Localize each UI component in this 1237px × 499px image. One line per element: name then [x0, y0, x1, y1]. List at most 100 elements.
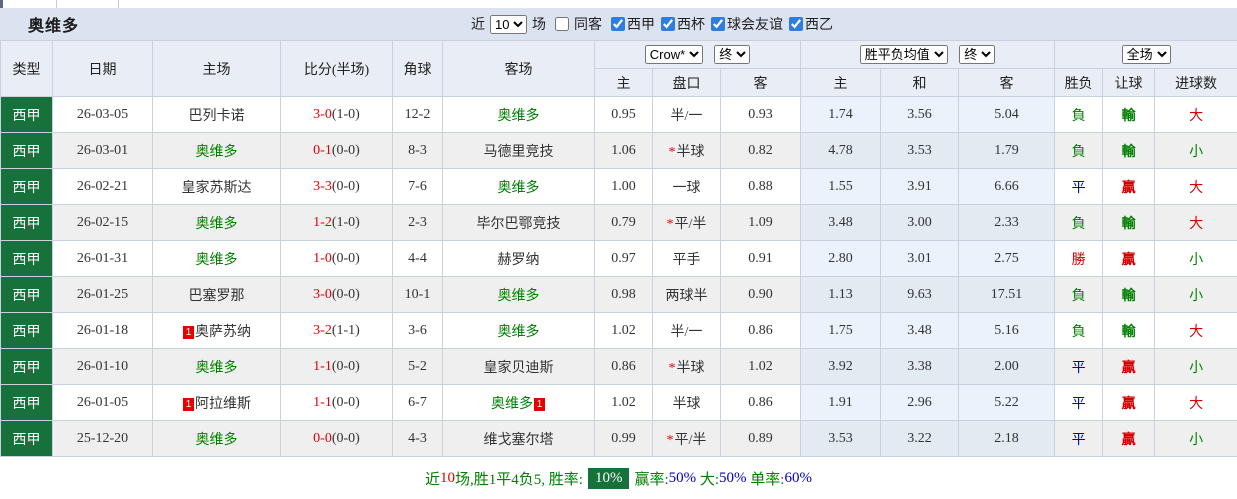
away-team-cell: 维戈塞尔塔 [442, 420, 595, 457]
col-avg-home: 主 [800, 68, 882, 97]
away-team-cell: 奥维多 [442, 312, 595, 349]
date-cell: 26-02-21 [52, 168, 153, 205]
avg-draw-cell: 3.56 [880, 96, 960, 133]
bookmaker-time-select[interactable]: 终 [714, 45, 751, 64]
avg-draw-cell: 3.91 [880, 168, 960, 205]
away-team-cell: 奥维多 [442, 168, 595, 205]
bookmaker-select[interactable]: Crow* [644, 45, 703, 64]
team-name: 马德里竞技 [483, 144, 554, 160]
away-team-cell: 奥维多 1 [442, 384, 595, 421]
top-strip-edge [0, 0, 3, 8]
odds-away-cell: 0.86 [719, 312, 802, 349]
team-name: 奥维多 [497, 180, 540, 196]
fulltime-score: 3-0 [313, 106, 332, 122]
filter-controls: 近 10 场 同客 西甲 西杯 球会友谊 西乙 [468, 8, 833, 40]
corner-cell: 4-4 [392, 240, 443, 277]
result-handicap-cell: 贏 [1102, 384, 1156, 421]
match-row: 西甲 26-01-31 奥维多 1-0(0-0) 4-4 赫罗纳 0.97 平手 0.91 2.8… [0, 240, 1237, 277]
summary-segment: 近 [425, 472, 441, 488]
halftime-score: (1-0) [331, 106, 360, 122]
fulltime-score: 1-1 [313, 394, 332, 410]
avg-odds-select[interactable]: 胜平负均值 [859, 45, 948, 64]
score-cell: 1-1(0-0) [280, 384, 393, 421]
halftime-score: (0-0) [331, 142, 360, 158]
fulltime-score: 0-0 [313, 430, 332, 446]
league-filter[interactable]: 西乙 [783, 14, 833, 34]
team-name: 奥维多 [195, 432, 238, 448]
score-cell: 0-1(0-0) [280, 132, 393, 169]
odds-away-cell: 0.86 [719, 384, 802, 421]
team-name: 皇家贝迪斯 [483, 360, 554, 376]
avg-time-select[interactable]: 终 [959, 45, 996, 64]
avg-home-cell: 3.48 [800, 204, 882, 241]
odds-home-cell: 1.00 [594, 168, 653, 205]
summary-segment: 赢率: [634, 472, 669, 488]
odds-home-cell: 1.06 [594, 132, 653, 169]
odds-away-cell: 0.91 [719, 240, 802, 277]
team-name: 赫罗纳 [497, 252, 540, 268]
league-label: 西甲 [627, 18, 655, 33]
corner-cell: 3-6 [392, 312, 443, 349]
score-cell: 1-2(1-0) [280, 204, 393, 241]
home-team-cell: 1 奥萨苏纳 [152, 312, 281, 349]
match-row: 西甲 26-03-01 奥维多 0-1(0-0) 8-3 马德里竞技 1.06 *半球 0.82… [0, 132, 1237, 169]
result-handicap-cell: 輸 [1102, 276, 1156, 313]
team-name: 毕尔巴鄂竞技 [476, 216, 561, 232]
corner-cell: 2-3 [392, 204, 443, 241]
scope-select[interactable]: 全场 [1121, 45, 1171, 64]
halftime-score: (1-0) [331, 214, 360, 230]
team-name: 巴塞罗那 [188, 288, 245, 304]
avg-home-cell: 2.80 [800, 240, 882, 277]
result-goals-cell: 小 [1154, 348, 1237, 385]
league-checkbox[interactable] [789, 17, 803, 31]
result-handicap-cell: 輸 [1102, 96, 1156, 133]
summary-segment: 单率: [746, 472, 785, 488]
score-cell: 3-2(1-1) [280, 312, 393, 349]
avg-home-cell: 1.74 [800, 96, 882, 133]
team-name: 巴列卡诺 [188, 108, 245, 124]
result-wdl-cell: 負 [1054, 204, 1104, 241]
result-goals-cell: 小 [1154, 132, 1237, 169]
odds-home-cell: 0.98 [594, 276, 653, 313]
league-filter[interactable]: 西杯 [655, 14, 705, 34]
summary-segment: 10 [440, 470, 456, 486]
col-result-goals: 进球数 [1154, 68, 1237, 97]
avg-away-cell: 2.00 [958, 348, 1056, 385]
away-team-cell: 赫罗纳 [442, 240, 595, 277]
top-strip-line [118, 0, 119, 8]
avg-draw-cell: 3.01 [880, 240, 960, 277]
match-row: 西甲 26-01-18 1 奥萨苏纳 3-2(1-1) 3-6 奥维多 1.02 半/一 0.86… [0, 312, 1237, 349]
match-history-panel: 奥维多 近 10 场 同客 西甲 西杯 球会友谊 西乙 类型 日期 主场 比分(半场) [0, 0, 1237, 499]
avg-away-cell: 5.16 [958, 312, 1056, 349]
league-checkbox[interactable] [661, 17, 675, 31]
recent-count-select[interactable]: 10 [490, 14, 527, 34]
home-team-cell: 奥维多 [152, 204, 281, 241]
home-team-cell: 巴列卡诺 [152, 96, 281, 133]
odds-away-cell: 1.09 [719, 204, 802, 241]
match-row: 西甲 26-01-25 巴塞罗那 3-0(0-0) 10-1 奥维多 0.98 两球半 0.90… [0, 276, 1237, 313]
avg-draw-cell: 3.53 [880, 132, 960, 169]
corner-cell: 7-6 [392, 168, 443, 205]
league-label: 西杯 [677, 18, 705, 33]
league-filter[interactable]: 西甲 [605, 14, 655, 34]
match-row: 西甲 26-03-05 巴列卡诺 3-0(1-0) 12-2 奥维多 0.95 半/一 0.93… [0, 96, 1237, 133]
halftime-score: (0-0) [331, 286, 360, 302]
same-away-label: 同客 [574, 18, 602, 33]
same-away-checkbox[interactable] [555, 17, 569, 31]
odds-home-cell: 0.95 [594, 96, 653, 133]
score-cell: 1-1(0-0) [280, 348, 393, 385]
league-checkbox[interactable] [611, 17, 625, 31]
team-name: 阿拉维斯 [195, 396, 251, 412]
result-goals-cell: 大 [1154, 168, 1237, 205]
summary-segment: 50% [668, 470, 697, 486]
result-handicap-cell: 贏 [1102, 348, 1156, 385]
away-team-cell: 马德里竞技 [442, 132, 595, 169]
col-result-wdl: 胜负 [1054, 68, 1104, 97]
league-cell: 西甲 [0, 168, 53, 205]
team-title: 奥维多 [28, 18, 80, 35]
home-team-cell: 奥维多 [152, 348, 281, 385]
league-checkbox[interactable] [711, 17, 725, 31]
league-filter[interactable]: 球会友谊 [705, 14, 783, 34]
odds-group-header: Crow* 终 [593, 40, 802, 69]
odds-away-cell: 1.02 [719, 348, 802, 385]
